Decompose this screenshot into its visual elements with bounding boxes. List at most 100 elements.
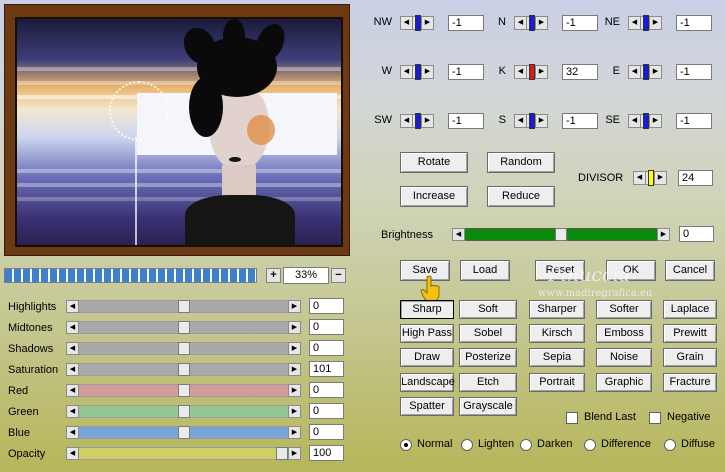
mode-normal-radio[interactable]	[400, 439, 412, 451]
preset-draw-button[interactable]: Draw	[400, 348, 454, 367]
zoom-in-button[interactable]: +	[266, 268, 281, 283]
blue-left-arrow-icon[interactable]: ◀	[66, 426, 79, 439]
mode-difference-radio[interactable]	[584, 439, 596, 451]
cancel-button[interactable]: Cancel	[665, 260, 715, 281]
kernel-k-increase-icon[interactable]: ▶	[535, 65, 548, 79]
midtones-left-arrow-icon[interactable]: ◀	[66, 321, 79, 334]
load-button[interactable]: Load	[460, 260, 510, 281]
kernel-e-spinner[interactable]: ◀ ▶	[628, 64, 664, 80]
highlights-slider[interactable]: ◀ ▶	[66, 300, 301, 313]
kernel-n-increase-icon[interactable]: ▶	[535, 16, 548, 30]
saturation-right-arrow-icon[interactable]: ▶	[288, 363, 301, 376]
kernel-sw-field[interactable]: -1	[448, 113, 484, 129]
preset-softer-button[interactable]: Softer	[596, 300, 652, 319]
red-right-arrow-icon[interactable]: ▶	[288, 384, 301, 397]
saturation-field[interactable]: 101	[309, 361, 344, 377]
kernel-n-spinner[interactable]: ◀ ▶	[514, 15, 550, 31]
kernel-w-field[interactable]: -1	[448, 64, 484, 80]
brightness-slider[interactable]: ◀ ▶	[452, 228, 670, 241]
preset-graphic-button[interactable]: Graphic	[596, 373, 652, 392]
mode-lighten-radio[interactable]	[461, 439, 473, 451]
green-left-arrow-icon[interactable]: ◀	[66, 405, 79, 418]
kernel-e-field[interactable]: -1	[676, 64, 712, 80]
divisor-increase-icon[interactable]: ▶	[654, 171, 667, 185]
preset-sepia-button[interactable]: Sepia	[529, 348, 585, 367]
kernel-k-field[interactable]: 32	[562, 64, 598, 80]
red-slider[interactable]: ◀ ▶	[66, 384, 301, 397]
preset-portrait-button[interactable]: Portrait	[529, 373, 585, 392]
highlights-field[interactable]: 0	[309, 298, 344, 314]
kernel-sw-increase-icon[interactable]: ▶	[421, 114, 434, 128]
preset-prewitt-button[interactable]: Prewitt	[663, 324, 717, 343]
kernel-w-decrease-icon[interactable]: ◀	[400, 65, 413, 79]
kernel-se-increase-icon[interactable]: ▶	[649, 114, 662, 128]
kernel-ne-field[interactable]: -1	[676, 15, 712, 31]
kernel-nw-increase-icon[interactable]: ▶	[421, 16, 434, 30]
red-left-arrow-icon[interactable]: ◀	[66, 384, 79, 397]
opacity-left-arrow-icon[interactable]: ◀	[66, 447, 79, 460]
kernel-nw-decrease-icon[interactable]: ◀	[400, 16, 413, 30]
kernel-nw-field[interactable]: -1	[448, 15, 484, 31]
shadows-left-arrow-icon[interactable]: ◀	[66, 342, 79, 355]
kernel-s-decrease-icon[interactable]: ◀	[514, 114, 527, 128]
rotate-button[interactable]: Rotate	[400, 152, 468, 173]
green-right-arrow-icon[interactable]: ▶	[288, 405, 301, 418]
preset-sharper-button[interactable]: Sharper	[529, 300, 585, 319]
kernel-ne-increase-icon[interactable]: ▶	[649, 16, 662, 30]
brightness-field[interactable]: 0	[679, 226, 714, 242]
red-field[interactable]: 0	[309, 382, 344, 398]
midtones-thumb[interactable]	[177, 321, 190, 334]
kernel-ne-spinner[interactable]: ◀ ▶	[628, 15, 664, 31]
mode-diffuse-radio[interactable]	[664, 439, 676, 451]
preset-emboss-button[interactable]: Emboss	[596, 324, 652, 343]
preset-soft-button[interactable]: Soft	[459, 300, 517, 319]
kernel-n-field[interactable]: -1	[562, 15, 598, 31]
negative-checkbox[interactable]	[649, 412, 661, 424]
kernel-e-decrease-icon[interactable]: ◀	[628, 65, 641, 79]
preset-noise-button[interactable]: Noise	[596, 348, 652, 367]
brightness-left-arrow-icon[interactable]: ◀	[452, 228, 465, 241]
divisor-decrease-icon[interactable]: ◀	[633, 171, 646, 185]
kernel-s-spinner[interactable]: ◀ ▶	[514, 113, 550, 129]
random-button[interactable]: Random	[487, 152, 555, 173]
brightness-thumb[interactable]	[555, 228, 567, 241]
preset-fracture-button[interactable]: Fracture	[663, 373, 717, 392]
blue-slider[interactable]: ◀ ▶	[66, 426, 301, 439]
preset-landscape-button[interactable]: Landscape	[400, 373, 455, 392]
divisor-spinner[interactable]: ◀ ▶	[633, 170, 673, 186]
opacity-right-arrow-icon[interactable]: ▶	[288, 447, 301, 460]
preset-laplace-button[interactable]: Laplace	[663, 300, 717, 319]
preset-sharp-button[interactable]: Sharp	[400, 300, 454, 319]
opacity-slider[interactable]: ◀ ▶	[66, 447, 301, 460]
saturation-left-arrow-icon[interactable]: ◀	[66, 363, 79, 376]
green-thumb[interactable]	[177, 405, 190, 418]
highlights-left-arrow-icon[interactable]: ◀	[66, 300, 79, 313]
saturation-thumb[interactable]	[177, 363, 190, 376]
green-field[interactable]: 0	[309, 403, 344, 419]
kernel-w-increase-icon[interactable]: ▶	[421, 65, 434, 79]
kernel-ne-decrease-icon[interactable]: ◀	[628, 16, 641, 30]
blue-field[interactable]: 0	[309, 424, 344, 440]
kernel-sw-decrease-icon[interactable]: ◀	[400, 114, 413, 128]
kernel-se-field[interactable]: -1	[676, 113, 712, 129]
reduce-button[interactable]: Reduce	[487, 186, 555, 207]
preset-sobel-button[interactable]: Sobel	[459, 324, 517, 343]
preset-kirsch-button[interactable]: Kirsch	[529, 324, 585, 343]
preset-etch-button[interactable]: Etch	[459, 373, 517, 392]
preset-posterize-button[interactable]: Posterize	[459, 348, 517, 367]
increase-button[interactable]: Increase	[400, 186, 468, 207]
kernel-w-spinner[interactable]: ◀ ▶	[400, 64, 436, 80]
blend-last-checkbox[interactable]	[566, 412, 578, 424]
midtones-right-arrow-icon[interactable]: ▶	[288, 321, 301, 334]
highlights-right-arrow-icon[interactable]: ▶	[288, 300, 301, 313]
kernel-nw-spinner[interactable]: ◀ ▶	[400, 15, 436, 31]
brightness-right-arrow-icon[interactable]: ▶	[657, 228, 670, 241]
zoom-out-button[interactable]: −	[331, 268, 346, 283]
blue-thumb[interactable]	[177, 426, 190, 439]
kernel-s-increase-icon[interactable]: ▶	[535, 114, 548, 128]
preset-grain-button[interactable]: Grain	[663, 348, 717, 367]
kernel-se-spinner[interactable]: ◀ ▶	[628, 113, 664, 129]
kernel-k-decrease-icon[interactable]: ◀	[514, 65, 527, 79]
kernel-n-decrease-icon[interactable]: ◀	[514, 16, 527, 30]
preset-grayscale-button[interactable]: Grayscale	[459, 397, 517, 416]
